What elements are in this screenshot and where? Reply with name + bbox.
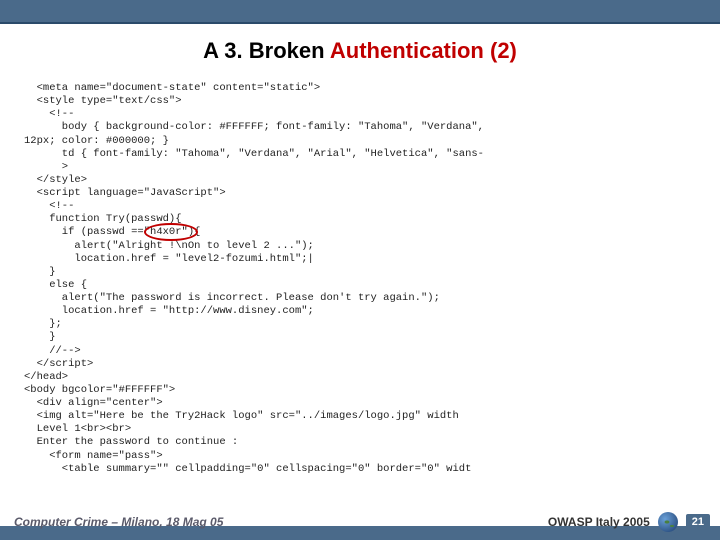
code-line: <!-- xyxy=(24,108,696,121)
code-line: } xyxy=(24,331,696,344)
footer-org: OWASP Italy 2005 xyxy=(548,515,650,529)
code-line: body { background-color: #FFFFFF; font-f… xyxy=(24,121,696,134)
code-line: function Try(passwd){ xyxy=(24,213,696,226)
content-area: <meta name="document-state" content="sta… xyxy=(0,72,720,540)
code-line: 12px; color: #000000; } xyxy=(24,135,696,148)
code-line: alert("The password is incorrect. Please… xyxy=(24,292,696,305)
footer-right: OWASP Italy 2005 21 xyxy=(548,512,710,532)
code-line: <body bgcolor="#FFFFFF"> xyxy=(24,384,696,397)
code-line: }; xyxy=(24,318,696,331)
code-line: Level 1<br><br> xyxy=(24,423,696,436)
code-line: alert("Alright !\nOn to level 2 ..."); xyxy=(24,240,696,253)
footer: Computer Crime – Milano, 18 Mag 05 OWASP… xyxy=(0,504,720,540)
code-line: </style> xyxy=(24,174,696,187)
title-prefix: A 3. Broken xyxy=(203,38,330,63)
code-line: </script> xyxy=(24,358,696,371)
code-line: > xyxy=(24,161,696,174)
code-line: <form name="pass"> xyxy=(24,450,696,463)
code-line: location.href = "http://www.disney.com"; xyxy=(24,305,696,318)
code-line: else { xyxy=(24,279,696,292)
top-bar xyxy=(0,0,720,24)
code-line: if (passwd =="h4x0r"){ xyxy=(24,226,696,239)
slide-title: A 3. Broken Authentication (2) xyxy=(0,24,720,72)
code-line: <meta name="document-state" content="sta… xyxy=(24,82,696,95)
code-line: <style type="text/css"> xyxy=(24,95,696,108)
title-word: Authentication xyxy=(330,38,484,63)
title-suffix: (2) xyxy=(484,38,517,63)
code-line: </head> xyxy=(24,371,696,384)
globe-icon xyxy=(658,512,678,532)
code-line: Enter the password to continue : xyxy=(24,436,696,449)
code-line: <div align="center"> xyxy=(24,397,696,410)
code-line: <script language="JavaScript"> xyxy=(24,187,696,200)
code-block: <meta name="document-state" content="sta… xyxy=(24,82,696,476)
code-line: //--> xyxy=(24,345,696,358)
code-line: <table summary="" cellpadding="0" cellsp… xyxy=(24,463,696,476)
code-line: <!-- xyxy=(24,200,696,213)
code-line: location.href = "level2-fozumi.html";| xyxy=(24,253,696,266)
code-line: <img alt="Here be the Try2Hack logo" src… xyxy=(24,410,696,423)
page-number: 21 xyxy=(686,514,710,530)
footer-left: Computer Crime – Milano, 18 Mag 05 xyxy=(14,515,223,529)
slide: A 3. Broken Authentication (2) <meta nam… xyxy=(0,0,720,540)
code-line: } xyxy=(24,266,696,279)
code-line: td { font-family: "Tahoma", "Verdana", "… xyxy=(24,148,696,161)
